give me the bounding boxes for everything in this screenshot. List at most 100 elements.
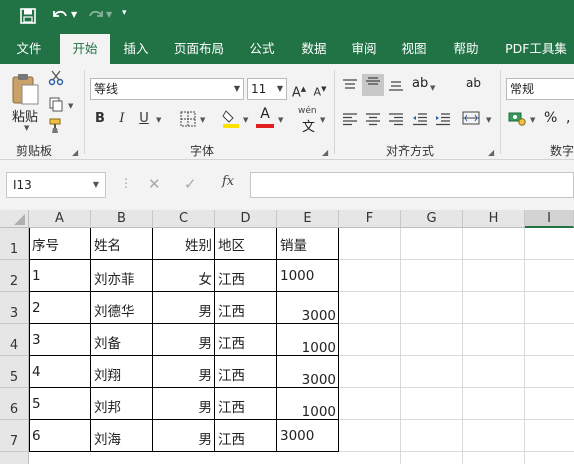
cell-a4[interactable]: 3 — [32, 332, 41, 348]
tab-help[interactable]: 帮助 — [444, 34, 488, 64]
name-box[interactable]: I13 ▼ — [6, 172, 106, 198]
save-icon[interactable] — [20, 8, 36, 27]
fill-color-icon[interactable] — [222, 108, 240, 131]
phonetic-icon[interactable]: wén — [298, 106, 317, 116]
underline-dropdown-icon[interactable]: ▼ — [156, 116, 161, 124]
cell-d5[interactable]: 江西 — [218, 364, 245, 384]
clipboard-launcher-icon[interactable]: ◢ — [72, 148, 78, 157]
increase-font-icon[interactable]: A▲ — [291, 78, 307, 100]
cell-c7[interactable]: 男 — [152, 428, 213, 448]
wrap-text-icon[interactable]: ab — [466, 76, 481, 90]
cell-b2[interactable]: 刘亦菲 — [94, 268, 135, 288]
format-painter-icon[interactable] — [48, 118, 66, 137]
column-header-d[interactable]: D — [215, 210, 277, 228]
cell-b6[interactable]: 刘邦 — [94, 396, 121, 416]
cancel-icon[interactable]: ✕ — [148, 175, 161, 193]
cell-d1[interactable]: 地区 — [218, 234, 245, 254]
increase-indent-icon[interactable] — [435, 112, 451, 129]
cell-d6[interactable]: 江西 — [218, 396, 245, 416]
font-size-combo[interactable]: 11 ▼ — [247, 78, 287, 100]
column-header-h[interactable]: H — [463, 210, 525, 228]
cell-c2[interactable]: 女 — [152, 268, 213, 288]
merge-dropdown-icon[interactable]: ▼ — [486, 116, 491, 124]
fill-color-dropdown-icon[interactable]: ▼ — [243, 116, 248, 124]
copy-icon[interactable] — [48, 96, 64, 115]
tab-page-layout[interactable]: 页面布局 — [166, 34, 232, 64]
undo-icon[interactable] — [50, 7, 70, 28]
row-header-5[interactable]: 5 — [0, 356, 29, 388]
tab-review[interactable]: 审阅 — [342, 34, 386, 64]
cell-a2[interactable]: 1 — [32, 268, 41, 284]
accounting-format-icon[interactable] — [508, 110, 526, 129]
cell-a1[interactable]: 序号 — [32, 234, 59, 254]
accounting-dropdown-icon[interactable]: ▼ — [530, 116, 535, 124]
row-header-6[interactable]: 6 — [0, 388, 29, 420]
row-header-8[interactable] — [0, 452, 29, 464]
column-header-g[interactable]: G — [401, 210, 463, 228]
redo-dropdown-icon[interactable]: ▼ — [106, 10, 112, 19]
font-color-icon[interactable]: A — [256, 106, 274, 128]
select-all-button[interactable] — [0, 210, 29, 228]
cut-icon[interactable] — [48, 70, 64, 89]
paste-dropdown-icon[interactable]: ▼ — [24, 124, 29, 132]
borders-dropdown-icon[interactable]: ▼ — [200, 116, 205, 124]
underline-icon[interactable]: U — [136, 108, 152, 130]
row-header-2[interactable]: 2 — [0, 260, 29, 292]
cell-d7[interactable]: 江西 — [218, 428, 245, 448]
row-header-7[interactable]: 7 — [0, 420, 29, 452]
decrease-font-icon[interactable]: A▼ — [312, 78, 328, 100]
cell-d4[interactable]: 江西 — [218, 332, 245, 352]
cell-c6[interactable]: 男 — [152, 396, 213, 416]
insert-function-icon[interactable]: fx — [222, 174, 234, 189]
cell-a3[interactable]: 2 — [32, 300, 41, 316]
tab-file[interactable]: 文件 — [8, 34, 50, 64]
cell-b5[interactable]: 刘翔 — [94, 364, 121, 384]
column-header-b[interactable]: B — [91, 210, 153, 228]
cell-c1[interactable]: 姓别 — [152, 234, 212, 254]
column-header-a[interactable]: A — [29, 210, 91, 228]
worksheet-grid[interactable]: A B C D E F G H I 1 2 3 4 5 6 7 序号 姓名 姓别… — [0, 210, 574, 464]
font-launcher-icon[interactable]: ◢ — [322, 148, 328, 157]
bold-icon[interactable]: B — [92, 108, 108, 130]
cell-a7[interactable]: 6 — [32, 428, 41, 444]
cell-b4[interactable]: 刘备 — [94, 332, 121, 352]
paste-icon[interactable] — [10, 72, 40, 109]
orientation-icon[interactable]: ab — [412, 76, 428, 91]
cell-a5[interactable]: 4 — [32, 364, 41, 380]
formula-input[interactable] — [250, 172, 574, 198]
undo-dropdown-icon[interactable]: ▼ — [71, 10, 77, 19]
row-header-1[interactable]: 1 — [0, 228, 29, 260]
column-header-e[interactable]: E — [277, 210, 339, 228]
column-header-f[interactable]: F — [339, 210, 401, 228]
number-format-combo[interactable]: 常规 — [506, 78, 574, 100]
phonetic-char-icon[interactable]: 文 — [302, 116, 315, 135]
cell-e3[interactable]: 3000 — [276, 308, 336, 324]
align-left-icon[interactable] — [342, 112, 358, 129]
customize-toolbar-icon[interactable]: ▾ — [122, 8, 127, 18]
borders-icon[interactable] — [180, 111, 196, 130]
cell-e1[interactable]: 销量 — [280, 234, 307, 254]
tab-formulas[interactable]: 公式 — [240, 34, 284, 64]
cell-a6[interactable]: 5 — [32, 396, 41, 412]
alignment-launcher-icon[interactable]: ◢ — [488, 148, 494, 157]
cell-d2[interactable]: 江西 — [218, 268, 245, 288]
percent-icon[interactable]: % — [544, 110, 557, 126]
tab-pdf-tools[interactable]: PDF工具集 — [498, 34, 574, 64]
copy-dropdown-icon[interactable]: ▼ — [68, 102, 73, 110]
orientation-dropdown-icon[interactable]: ▼ — [430, 84, 435, 92]
tab-data[interactable]: 数据 — [292, 34, 336, 64]
align-center-icon[interactable] — [365, 112, 381, 129]
row-header-4[interactable]: 4 — [0, 324, 29, 356]
font-color-dropdown-icon[interactable]: ▼ — [278, 116, 283, 124]
comma-style-icon[interactable]: , — [566, 110, 570, 126]
cell-e7[interactable]: 3000 — [280, 428, 314, 444]
align-middle-icon[interactable] — [362, 74, 384, 96]
cell-d3[interactable]: 江西 — [218, 300, 245, 320]
merge-center-icon[interactable] — [462, 110, 480, 129]
decrease-indent-icon[interactable] — [412, 112, 428, 129]
cell-c5[interactable]: 男 — [152, 364, 213, 384]
tab-home[interactable]: 开始 — [60, 34, 110, 64]
more-options-icon[interactable]: ⋮ — [120, 176, 132, 190]
italic-icon[interactable]: I — [114, 108, 130, 130]
tab-insert[interactable]: 插入 — [114, 34, 158, 64]
